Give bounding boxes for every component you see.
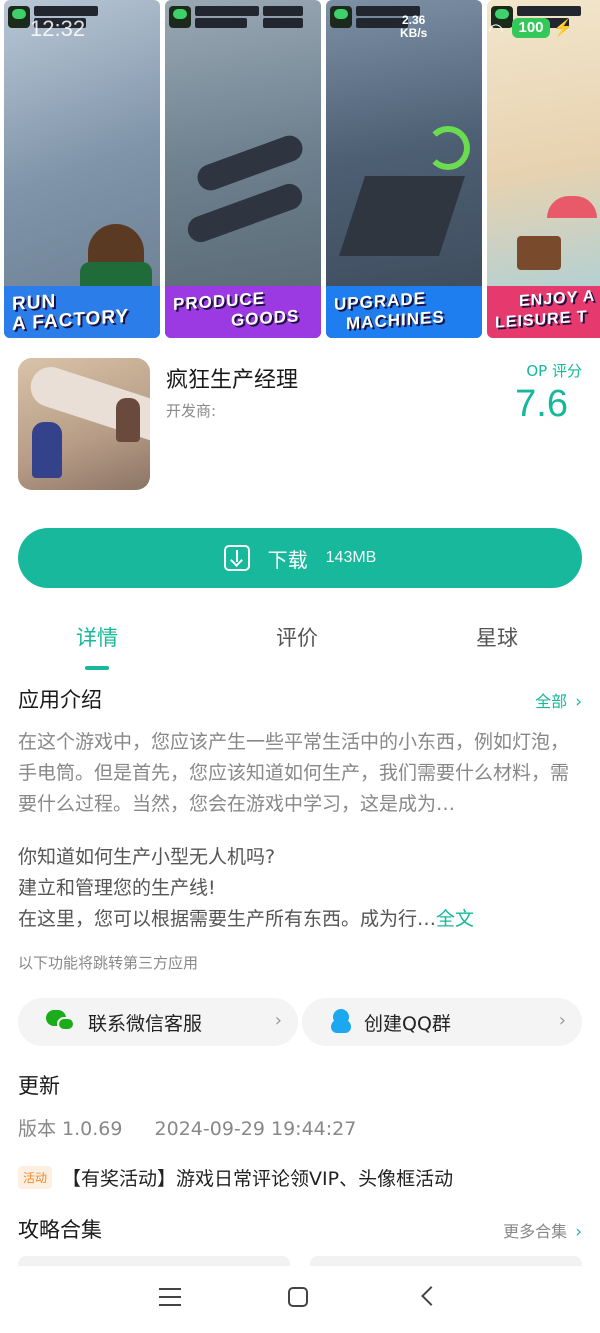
screenshot-4[interactable]: ENJOY A LEISURE T [487, 0, 600, 338]
third-party-note: 以下功能将跳转第三方应用 [18, 954, 199, 972]
chevron-right-icon: › [558, 1010, 566, 1031]
create-qq-group-button[interactable]: 创建QQ群 › [302, 998, 582, 1046]
screenshot-1[interactable]: RUN A FACTORY [4, 0, 160, 338]
status-time: 12:32 [30, 16, 86, 41]
event-tag: 活动 [18, 1166, 53, 1189]
full-text-link[interactable]: 全文 [436, 908, 474, 930]
tab-planet[interactable]: 星球 [437, 622, 557, 652]
wechat-icon [46, 1010, 76, 1034]
download-size: 143MB [325, 549, 377, 566]
qq-label: 创建QQ群 [364, 1012, 451, 1035]
screenshot-carousel[interactable]: RUN A FACTORY PRODUCE GOODS UPGRADE MACHINE… [0, 0, 600, 340]
chevron-right-icon: › [575, 692, 582, 712]
status-bar: 12:32 2.36 KB/s ◠ 100 ⚡ [0, 14, 600, 44]
rating-label: OP 评分 [526, 362, 582, 380]
worker-figure [116, 398, 140, 442]
menu-icon[interactable] [159, 1288, 181, 1306]
wifi-icon: ◠ [488, 20, 504, 40]
intro-summary: 在这个游戏中，您应该产生一些平常生活中的小东西，例如灯泡，手电筒。但是首先，您应… [18, 731, 570, 815]
tab-reviews[interactable]: 评价 [237, 622, 357, 652]
version-info: 版本 1.0.69 2024-09-29 19:44:27 [18, 1114, 356, 1141]
app-title: 疯狂生产经理 [166, 368, 299, 393]
op-rating: OP 评分 7.6 [462, 360, 582, 426]
download-button[interactable]: 下载 143MB [18, 528, 582, 588]
update-date: 2024-09-29 19:44:27 [154, 1118, 357, 1140]
guide-card[interactable] [310, 1256, 582, 1266]
tab-bar: 详情 评价 星球 [0, 622, 600, 672]
download-icon [223, 545, 250, 571]
intro-title: 应用介绍 [18, 688, 102, 712]
screenshot-caption: ENJOY A LEISURE T [495, 287, 596, 332]
guides-title: 攻略合集 [18, 1218, 102, 1242]
app-header: 疯狂生产经理 开发商: OP 评分 7.6 [18, 358, 582, 492]
home-icon[interactable] [288, 1287, 308, 1307]
guide-card[interactable] [18, 1256, 290, 1266]
tab-details[interactable]: 详情 [37, 622, 157, 652]
app-icon [18, 358, 150, 490]
charging-icon: ⚡ [553, 20, 573, 37]
download-label: 下载 [267, 547, 308, 572]
system-nav-bar [0, 1270, 600, 1333]
wechat-support-button[interactable]: 联系微信客服 › [18, 998, 298, 1046]
beach-table [517, 236, 561, 270]
tab-active-indicator [85, 666, 109, 670]
back-icon[interactable] [421, 1286, 441, 1306]
intro-more-link[interactable]: 全部 › [535, 688, 582, 712]
event-text: 【有奖活动】游戏日常评论领VIP、头像框活动 [62, 1168, 454, 1190]
rating-value: 7.6 [515, 383, 568, 425]
screenshot-2[interactable]: PRODUCE GOODS [165, 0, 321, 338]
guide-cards [18, 1256, 582, 1266]
update-title: 更新 [18, 1074, 60, 1098]
network-speed: 2.36 KB/s [400, 13, 428, 40]
worker-figure [32, 422, 62, 478]
screenshot-3[interactable]: UPGRADE MACHINES [326, 0, 482, 338]
chevron-right-icon: › [575, 1222, 582, 1242]
developer-label: 开发商: [166, 402, 217, 420]
wechat-label: 联系微信客服 [88, 1012, 203, 1035]
version-number: 版本 1.0.69 [18, 1118, 123, 1140]
guides-more-link[interactable]: 更多合集 › [503, 1218, 582, 1242]
battery-indicator: 100 [512, 18, 550, 38]
chevron-right-icon: › [274, 1010, 282, 1031]
event-banner[interactable]: 活动 【有奖活动】游戏日常评论领VIP、头像框活动 [18, 1164, 453, 1191]
qq-icon [330, 1009, 352, 1035]
upgrade-arrow [426, 126, 470, 170]
intro-details: 你知道如何生产小型无人机吗? 建立和管理您的生产线! 在这里，您可以根据需要生产… [18, 846, 475, 930]
